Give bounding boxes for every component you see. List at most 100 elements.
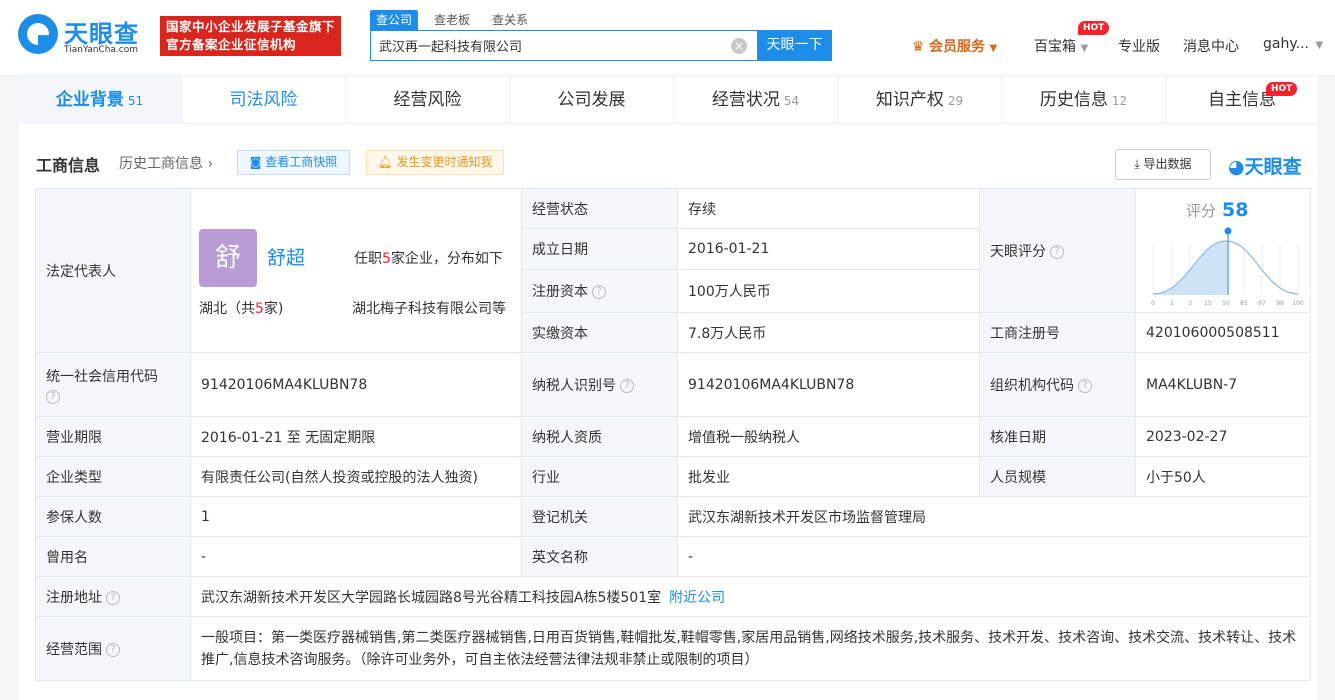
- search-input[interactable]: [371, 31, 711, 60]
- export-data-button[interactable]: ⤓ 导出数据: [1115, 149, 1211, 180]
- badge-line-1: 国家中小企业发展子基金旗下: [166, 19, 336, 34]
- address-value: 武汉东湖新技术开发区大学园路长城园路8号光谷精工科技园A栋5楼501室: [201, 589, 662, 606]
- tab-label: 经营风险: [393, 90, 462, 110]
- axis-tick: 100: [1292, 300, 1304, 307]
- pro-version-link[interactable]: 专业版: [1118, 36, 1160, 56]
- score-label-cell: 天眼评分?: [979, 188, 1136, 313]
- hot-badge: HOT: [1078, 21, 1110, 35]
- snapshot-button[interactable]: ◙ 查看工商快照: [237, 150, 350, 175]
- score-cell[interactable]: 评分 58 0 1 3 15 50 85 97 99 100: [1135, 188, 1311, 313]
- axis-tick: 3: [1188, 300, 1192, 307]
- table-row: 注册地址? 武汉东湖新技术开发区大学园路长城园路8号光谷精工科技园A栋5楼501…: [35, 576, 1311, 617]
- vip-service-menu[interactable]: ♛ 会员服务 ▼: [912, 36, 997, 56]
- tab-label: 经营状况: [711, 90, 780, 110]
- tab-business-status[interactable]: 经营状况 54: [674, 76, 838, 124]
- table-row: 曾用名 - 英文名称 -: [35, 536, 1311, 577]
- avatar[interactable]: 舒: [199, 229, 257, 287]
- status-label: 经营状态: [521, 188, 678, 229]
- paid-capital-value: 7.8万人民币: [677, 312, 980, 353]
- tab-history-info[interactable]: 历史信息 12: [1002, 76, 1166, 124]
- help-icon[interactable]: ?: [620, 378, 634, 393]
- camera-icon: ◙: [249, 155, 266, 169]
- registered-capital-text: 注册资本: [532, 284, 588, 300]
- status-value: 存续: [677, 188, 980, 229]
- tab-count: 54: [783, 94, 800, 108]
- established-value: 2016-01-21: [677, 228, 980, 270]
- score-value: 58: [1222, 199, 1249, 221]
- search-tab-company[interactable]: 查公司: [370, 10, 419, 30]
- related-company[interactable]: 湖北梅子科技有限公司等: [352, 298, 506, 318]
- tianyancha-logo[interactable]: 天眼查 TianYanCha.com: [18, 14, 153, 60]
- score-marker: [1224, 227, 1232, 235]
- table-row: 企业类型 有限责任公司(自然人投资或控股的法人独资) 行业 批发业 人员规模 小…: [35, 456, 1311, 497]
- clear-icon[interactable]: ×: [731, 38, 747, 54]
- business-term-value: 2016-01-21 至 无固定期限: [190, 416, 522, 457]
- search-type-tabs: 查公司 查老板 查关系: [370, 10, 544, 30]
- axis-tick: 15: [1204, 300, 1212, 307]
- tab-intellectual-property[interactable]: 知识产权 29: [838, 76, 1002, 124]
- business-info-panel: 工商信息 历史工商信息 › ◙ 查看工商快照 🔔︎ 发生变更时通知我 ⤓ 导出数…: [18, 124, 1318, 700]
- former-name-label: 曾用名: [35, 536, 191, 577]
- export-label: 导出数据: [1143, 157, 1192, 171]
- business-scope-text: 经营范围: [46, 641, 102, 658]
- business-term-label: 营业期限: [35, 416, 191, 457]
- legal-rep-name[interactable]: 舒超: [267, 243, 305, 270]
- region-pre: 湖北（共: [199, 301, 255, 317]
- established-label: 成立日期: [521, 228, 678, 270]
- notify-change-button[interactable]: 🔔︎ 发生变更时通知我: [366, 150, 504, 175]
- axis-tick: 0: [1151, 300, 1155, 307]
- table-row: 统一社会信用代码? 91420106MA4KLUBN78 纳税人识别号? 914…: [35, 352, 1311, 417]
- notify-label: 发生变更时通知我: [396, 155, 493, 169]
- address-label: 注册地址?: [35, 576, 191, 617]
- table-row: 经营范围? 一般项目：第一类医疗器械销售,第二类医疗器械销售,日用百货销售,鞋帽…: [35, 616, 1311, 681]
- help-icon[interactable]: ?: [106, 642, 120, 657]
- search-button[interactable]: 天眼一下: [757, 30, 832, 61]
- search-tab-boss[interactable]: 查老板: [428, 10, 476, 30]
- credit-code-value: 91420106MA4KLUBN78: [190, 352, 522, 417]
- snapshot-label: 查看工商快照: [265, 155, 338, 169]
- score-distribution-chart: 0 1 3 15 50 85 97 99 100: [1151, 227, 1304, 307]
- taxpayer-qual-label: 纳税人资质: [521, 416, 678, 457]
- vip-label: 会员服务: [929, 39, 986, 55]
- registered-capital-label: 注册资本?: [521, 269, 678, 313]
- tab-operating-risk[interactable]: 经营风险: [346, 76, 510, 124]
- toolbox-menu[interactable]: 百宝箱 ▼: [1034, 36, 1088, 56]
- tab-count: 12: [1111, 94, 1128, 108]
- help-icon[interactable]: ?: [46, 389, 60, 404]
- industry-value: 批发业: [677, 456, 980, 497]
- bell-icon: 🔔︎: [377, 155, 397, 169]
- credit-code-text: 统一社会信用代码: [46, 368, 158, 385]
- tab-label: 历史信息: [1039, 90, 1108, 110]
- tab-label: 知识产权: [875, 90, 944, 110]
- category-tabs: 企业背景 51 司法风险 经营风险 公司发展 经营状况 54 知识产权 29 历史信息…: [18, 76, 1318, 124]
- score-label: 天眼评分: [990, 243, 1046, 260]
- registered-capital-value: 100万人民币: [677, 269, 980, 313]
- hot-badge: HOT: [1266, 82, 1298, 96]
- axis-tick: 99: [1276, 300, 1284, 307]
- tab-enterprise-background[interactable]: 企业背景 51: [18, 76, 182, 124]
- region-text[interactable]: 湖北（共5家): [199, 298, 283, 318]
- tab-label: 企业背景: [55, 90, 124, 110]
- user-name: gahy...: [1263, 36, 1309, 52]
- help-icon[interactable]: ?: [1078, 378, 1092, 393]
- tab-self-info[interactable]: 自主信息: [1166, 76, 1318, 124]
- toolbox-label: 百宝箱: [1034, 39, 1076, 55]
- region-count: 5: [255, 301, 264, 317]
- logo-text: 天眼查: [64, 20, 139, 48]
- help-icon[interactable]: ?: [1050, 244, 1064, 259]
- user-menu[interactable]: gahy... ▼: [1263, 36, 1323, 52]
- history-business-info-link[interactable]: 历史工商信息 ›: [119, 153, 213, 173]
- help-icon[interactable]: ?: [592, 285, 606, 299]
- help-icon[interactable]: ?: [106, 590, 120, 605]
- axis-tick: 1: [1170, 300, 1174, 307]
- message-center-link[interactable]: 消息中心: [1183, 36, 1239, 56]
- approval-date-value: 2023-02-27: [1135, 416, 1311, 457]
- reg-number-value: 420106000508511: [1135, 312, 1311, 353]
- tab-company-development[interactable]: 公司发展: [510, 76, 674, 124]
- nearby-companies-link[interactable]: 附近公司: [669, 590, 725, 606]
- tab-judicial-risk[interactable]: 司法风险: [182, 76, 346, 124]
- crown-icon: ♛: [912, 39, 925, 55]
- axis-tick: 50: [1222, 300, 1230, 307]
- search-tab-relation[interactable]: 查关系: [486, 10, 534, 30]
- logo-domain: TianYanCha.com: [64, 45, 139, 55]
